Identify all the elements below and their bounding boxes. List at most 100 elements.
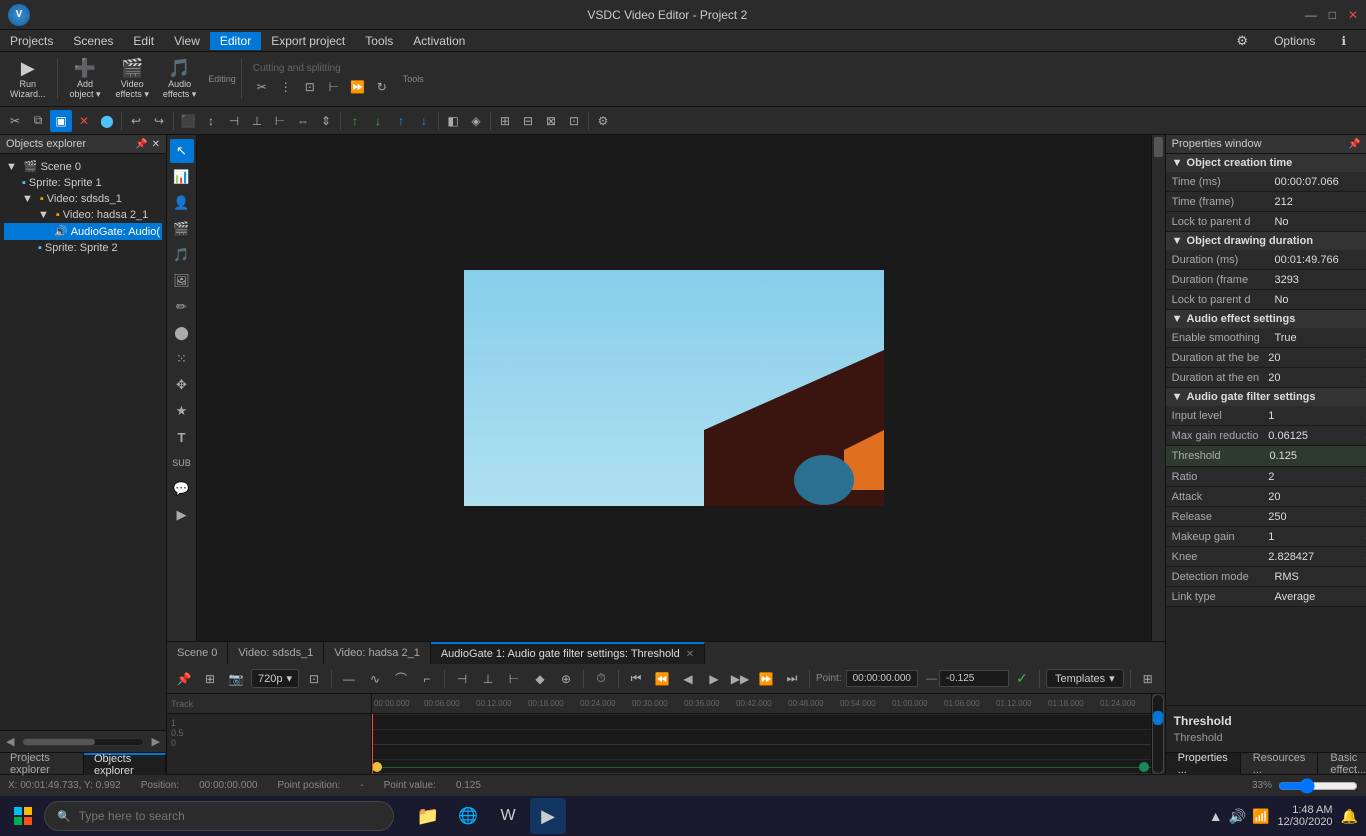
pen-tool[interactable]: ✏ bbox=[170, 295, 194, 319]
tl-curve2-btn[interactable]: ⌒ bbox=[390, 668, 412, 690]
cut-tool-btn[interactable]: ✂ bbox=[251, 76, 273, 98]
properties-tab[interactable]: Properties ... bbox=[1166, 753, 1241, 775]
projects-explorer-tab[interactable]: Projects explorer bbox=[0, 753, 84, 775]
tree-item-video2[interactable]: ▼ ▪ Video: hadsa 2_1 bbox=[4, 207, 162, 223]
tree-item-audiogate[interactable]: 🔊 AudioGate: Audio( bbox=[4, 223, 162, 240]
tl-align-r-btn[interactable]: ⊢ bbox=[503, 668, 525, 690]
tree-item-scene0[interactable]: ▼ 🎬 Scene 0 bbox=[4, 158, 162, 175]
tl-prev-btn[interactable]: ⏪ bbox=[651, 668, 673, 690]
image-tool[interactable]: 🖼 bbox=[170, 269, 194, 293]
circle-btn[interactable]: ⬤ bbox=[96, 110, 118, 132]
bubble-tool[interactable]: 💬 bbox=[170, 477, 194, 501]
zoom-btn[interactable]: ◈ bbox=[465, 110, 487, 132]
align-c-btn[interactable]: ⊥ bbox=[246, 110, 268, 132]
tl-end-btn[interactable]: ⏭ bbox=[781, 668, 803, 690]
star-tool[interactable]: ★ bbox=[170, 399, 194, 423]
menu-export[interactable]: Export project bbox=[261, 32, 355, 50]
tl-multi-btn[interactable]: ⊕ bbox=[555, 668, 577, 690]
tl-align-l-btn[interactable]: ⊣ bbox=[451, 668, 473, 690]
space-v-btn[interactable]: ⇕ bbox=[315, 110, 337, 132]
audio-effects-button[interactable]: 🎵 Audioeffects ▾ bbox=[157, 55, 202, 103]
point-time-display[interactable]: 00:00:00.000 bbox=[846, 670, 918, 687]
tl-play-btn[interactable]: ▶ bbox=[703, 668, 725, 690]
close-tab-icon[interactable]: ✕ bbox=[686, 649, 694, 660]
redo-btn[interactable]: ↪ bbox=[148, 110, 170, 132]
scroll-right-btn[interactable]: ▶ bbox=[146, 735, 166, 748]
arrow-u-btn[interactable]: ↑ bbox=[344, 110, 366, 132]
video-sdsds-tab[interactable]: Video: sdsds_1 bbox=[228, 642, 324, 664]
scene0-tab[interactable]: Scene 0 bbox=[167, 642, 228, 664]
tl-back-btn[interactable]: ◀ bbox=[677, 668, 699, 690]
menu-editor[interactable]: Editor bbox=[210, 32, 261, 50]
network-wifi-icon[interactable]: 📶 bbox=[1252, 808, 1269, 825]
tl-next-btn[interactable]: ⏩ bbox=[755, 668, 777, 690]
text-tool[interactable]: T bbox=[170, 425, 194, 449]
menu-scenes[interactable]: Scenes bbox=[63, 32, 123, 50]
minimize-button[interactable]: — bbox=[1305, 8, 1317, 22]
arrow-d-btn[interactable]: ↓ bbox=[367, 110, 389, 132]
trim-tool-btn[interactable]: ⊢ bbox=[323, 76, 345, 98]
basic-effect-tab[interactable]: Basic effect... bbox=[1318, 753, 1366, 775]
object-drawing-header[interactable]: ▼ Object drawing duration bbox=[1166, 232, 1366, 250]
playhead[interactable] bbox=[372, 714, 373, 774]
tl-begin-btn[interactable]: ⏮ bbox=[625, 668, 647, 690]
tl-fwd-btn[interactable]: ▶▶ bbox=[729, 668, 751, 690]
undo-btn[interactable]: ↩ bbox=[125, 110, 147, 132]
time-date-display[interactable]: 1:48 AM 12/30/2020 bbox=[1278, 804, 1333, 828]
select-btn[interactable]: ▣ bbox=[50, 110, 72, 132]
shape-tool[interactable]: ⬤ bbox=[170, 321, 194, 345]
start-button[interactable] bbox=[8, 801, 38, 831]
person-tool[interactable]: 👤 bbox=[170, 191, 194, 215]
search-bar[interactable]: 🔍 bbox=[44, 801, 394, 831]
templates-dropdown[interactable]: Templates ▾ bbox=[1046, 669, 1124, 688]
menu-edit[interactable]: Edit bbox=[123, 32, 164, 50]
pointer-tool[interactable]: ↖ bbox=[170, 139, 194, 163]
tl-mode-btn[interactable]: — bbox=[338, 668, 360, 690]
tl-fit-btn[interactable]: ⊡ bbox=[303, 668, 325, 690]
search-input[interactable] bbox=[79, 809, 381, 823]
video-hadsa-tab[interactable]: Video: hadsa 2_1 bbox=[324, 642, 430, 664]
taskbar-file-explorer[interactable]: 📁 bbox=[410, 798, 446, 834]
tl-step-btn[interactable]: ⌐ bbox=[416, 668, 438, 690]
tree-item-video1[interactable]: ▼ ▪ Video: sdsds_1 bbox=[4, 191, 162, 207]
prop-pin-icon[interactable]: 📌 bbox=[1348, 139, 1360, 150]
menu-projects[interactable]: Projects bbox=[0, 32, 63, 50]
objects-explorer-tab[interactable]: Objects explorer bbox=[84, 753, 166, 775]
close-panel-icon[interactable]: ✕ bbox=[152, 139, 160, 150]
tl-grid-btn[interactable]: ⊞ bbox=[199, 668, 221, 690]
taskbar-vsdc[interactable]: ▶ bbox=[530, 798, 566, 834]
grid2-btn[interactable]: ⊟ bbox=[517, 110, 539, 132]
arrow-r-btn[interactable]: ↓ bbox=[413, 110, 435, 132]
arrow-l-btn[interactable]: ↑ bbox=[390, 110, 412, 132]
zoom-slider[interactable] bbox=[1278, 779, 1358, 793]
space-h-btn[interactable]: ⇔ bbox=[292, 110, 314, 132]
move-tool[interactable]: ✥ bbox=[170, 373, 194, 397]
music-tool[interactable]: 🎵 bbox=[170, 243, 194, 267]
align-r-btn[interactable]: ⊢ bbox=[269, 110, 291, 132]
tl-diamond-btn[interactable]: ◆ bbox=[529, 668, 551, 690]
tl-align-c-btn[interactable]: ⊥ bbox=[477, 668, 499, 690]
cursor-btn[interactable]: ◧ bbox=[442, 110, 464, 132]
chart-tool[interactable]: 📊 bbox=[170, 165, 194, 189]
grid-btn[interactable]: ⊞ bbox=[494, 110, 516, 132]
tl-camera-btn[interactable]: 📷 bbox=[225, 668, 247, 690]
play-tool[interactable]: ▶ bbox=[170, 503, 194, 527]
speed-tool-btn[interactable]: ⏩ bbox=[347, 76, 369, 98]
delete-btn[interactable]: ✕ bbox=[73, 110, 95, 132]
add-object-button[interactable]: ➕ Addobject ▾ bbox=[63, 55, 108, 103]
threshold-row[interactable]: Threshold 0.125 ▲ ▼ bbox=[1166, 446, 1366, 467]
sub-tool[interactable]: SUB bbox=[170, 451, 194, 475]
align-l-btn[interactable]: ⊣ bbox=[223, 110, 245, 132]
media-tool[interactable]: 🎬 bbox=[170, 217, 194, 241]
settings-btn[interactable]: ⚙ bbox=[592, 110, 614, 132]
tl-pin-btn[interactable]: 📌 bbox=[173, 668, 195, 690]
tl-expand-btn[interactable]: ⊞ bbox=[1137, 668, 1159, 690]
copy-btn[interactable]: ⧉ bbox=[27, 110, 49, 132]
menu-tools[interactable]: Tools bbox=[355, 32, 403, 50]
resolution-dropdown[interactable]: 720p ▾ bbox=[251, 669, 299, 688]
taskbar-word[interactable]: W bbox=[490, 798, 526, 834]
dots-tool[interactable]: ⁙ bbox=[170, 347, 194, 371]
taskbar-chrome[interactable]: 🌐 bbox=[450, 798, 486, 834]
select-all-btn[interactable]: ⬛ bbox=[177, 110, 199, 132]
apply-btn[interactable]: ✓ bbox=[1011, 668, 1033, 690]
